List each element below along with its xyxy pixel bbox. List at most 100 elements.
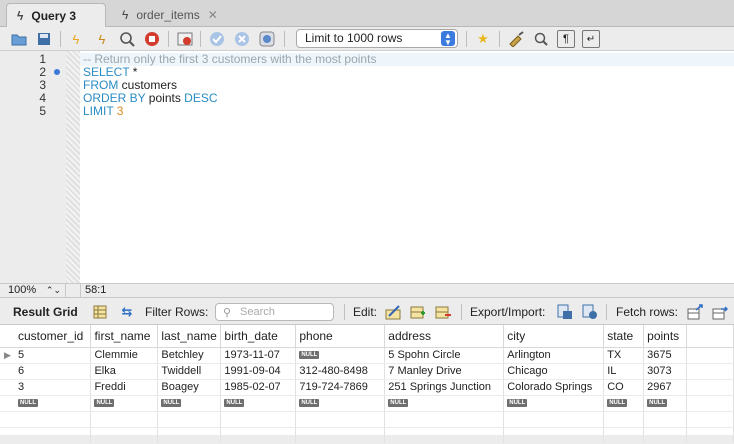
find-icon[interactable]	[532, 30, 550, 48]
column-header[interactable]: state	[603, 325, 645, 348]
empty-cell	[90, 411, 159, 428]
tab-label: Query 3	[31, 8, 77, 23]
column-header[interactable]: first_name	[90, 325, 159, 348]
column-header[interactable]: city	[503, 325, 605, 348]
execute-current-icon[interactable]: ϟ	[93, 30, 111, 48]
table-cell[interactable]: 1985-02-07	[220, 379, 297, 396]
limit-rows-select[interactable]: Limit to 1000 rows ▲ ▼	[296, 29, 458, 48]
table-cell[interactable]: Chicago	[503, 363, 605, 380]
close-tab-icon[interactable]: ✕	[208, 8, 218, 22]
table-cell[interactable]: Colorado Springs	[503, 379, 605, 396]
table-cell[interactable]: 251 Springs Junction	[384, 379, 505, 396]
execute-icon[interactable]: ϟ	[67, 30, 85, 48]
column-header[interactable]: phone	[295, 325, 386, 348]
table-row[interactable]: NULL NULL NULL NULL NULL NULL NULL NULL NULL	[0, 395, 734, 412]
open-folder-icon[interactable]	[10, 30, 28, 48]
table-cell[interactable]: 312-480-8498	[295, 363, 386, 380]
null-badge: NULL	[607, 399, 628, 408]
table-cell[interactable]: NULL	[503, 395, 605, 412]
table-cell[interactable]: 7 Manley Drive	[384, 363, 505, 380]
delete-row-icon[interactable]	[434, 303, 452, 321]
limit-rows-value: Limit to 1000 rows	[305, 31, 403, 45]
word-wrap-icon[interactable]: ↵	[582, 30, 600, 48]
table-cell[interactable]: CO	[603, 379, 645, 396]
save-icon[interactable]	[35, 30, 53, 48]
filter-search-input[interactable]: ⚲ Search	[215, 303, 334, 321]
table-cell[interactable]: Twiddell	[157, 363, 222, 380]
column-header[interactable]: customer_id	[14, 325, 92, 348]
insert-row-icon[interactable]	[409, 303, 427, 321]
table-cell[interactable]: NULL	[157, 395, 222, 412]
beautify-broom-icon[interactable]	[507, 30, 525, 48]
empty-cell	[295, 427, 386, 444]
table-cell[interactable]: 1973-11-07	[220, 347, 297, 364]
null-badge: NULL	[224, 399, 245, 408]
table-cell[interactable]: NULL	[603, 395, 645, 412]
column-header[interactable]: last_name	[157, 325, 222, 348]
null-badge: NULL	[299, 399, 320, 408]
table-cell[interactable]: NULL	[295, 347, 386, 364]
table-cell[interactable]: Clemmie	[90, 347, 159, 364]
code-token: customers	[118, 78, 178, 92]
search-icon: ⚲	[223, 307, 232, 319]
column-header[interactable]: address	[384, 325, 505, 348]
export-icon[interactable]	[556, 303, 574, 321]
edit-row-icon[interactable]	[384, 303, 402, 321]
tab-bar: ϟ Query 3 ϟ order_items ✕	[0, 0, 734, 27]
table-cell[interactable]: Freddi	[90, 379, 159, 396]
result-grid-label: Result Grid	[13, 305, 78, 319]
table-cell[interactable]: Boagey	[157, 379, 222, 396]
invisible-chars-icon[interactable]: ¶	[557, 30, 575, 48]
rollback-icon[interactable]	[233, 30, 251, 48]
sql-editor[interactable]: 1 2 3 4 5 -- Return only the first 3 cus…	[0, 51, 734, 283]
table-cell[interactable]: TX	[603, 347, 645, 364]
fetch-all-icon[interactable]	[711, 303, 729, 321]
table-cell[interactable]: NULL	[14, 395, 92, 412]
commit-icon[interactable]	[208, 30, 226, 48]
empty-row	[0, 427, 734, 444]
table-cell[interactable]: 5 Spohn Circle	[384, 347, 505, 364]
grid-body: ▶ 5 Clemmie Betchley 1973-11-07 NULL 5 Spohn C…	[0, 347, 734, 444]
tab-label: order_items	[136, 8, 200, 22]
code-token: *	[129, 65, 138, 79]
table-cell[interactable]: Elka	[90, 363, 159, 380]
table-cell[interactable]: 3	[14, 379, 92, 396]
table-cell[interactable]: 5	[14, 347, 92, 364]
table-cell[interactable]: 3073	[643, 363, 688, 380]
header-row: customer_id first_name last_name birth_d…	[0, 325, 734, 348]
table-row[interactable]: 6 Elka Twiddell 1991-09-04 312-480-8498 7 Man…	[0, 363, 734, 380]
stop-icon[interactable]	[143, 30, 161, 48]
column-header[interactable]: points	[643, 325, 688, 348]
table-cell[interactable]: 6	[14, 363, 92, 380]
table-row[interactable]: ▶ 5 Clemmie Betchley 1973-11-07 NULL 5 Spohn C…	[0, 347, 734, 364]
zoom-select[interactable]: 100% ⌃⌄	[0, 284, 66, 298]
empty-cell	[686, 411, 734, 428]
table-cell[interactable]: Arlington	[503, 347, 605, 364]
import-icon[interactable]	[581, 303, 599, 321]
auto-commit-icon[interactable]	[258, 30, 276, 48]
toggle-error-icon[interactable]	[176, 30, 194, 48]
column-header[interactable]: birth_date	[220, 325, 297, 348]
table-cell[interactable]: 3675	[643, 347, 688, 364]
grid-view-icon[interactable]	[91, 303, 109, 321]
table-cell[interactable]: 2967	[643, 379, 688, 396]
table-cell[interactable]: NULL	[295, 395, 386, 412]
table-cell[interactable]: IL	[603, 363, 645, 380]
tab-order-items[interactable]: ϟ order_items ✕	[112, 3, 224, 27]
table-cell[interactable]: 1991-09-04	[220, 363, 297, 380]
fetch-next-icon[interactable]	[686, 303, 704, 321]
explain-icon[interactable]	[118, 30, 136, 48]
table-cell[interactable]: NULL	[384, 395, 505, 412]
refresh-icon[interactable]: ⇆	[118, 303, 136, 321]
null-badge: NULL	[94, 399, 115, 408]
null-badge: NULL	[17, 399, 38, 408]
table-row[interactable]: 3 Freddi Boagey 1985-02-07 719-724-7869 251 S…	[0, 379, 734, 396]
chevron-updown-icon: ▲ ▼	[441, 31, 455, 47]
table-cell[interactable]: NULL	[643, 395, 688, 412]
table-cell[interactable]: NULL	[220, 395, 297, 412]
table-cell[interactable]: Betchley	[157, 347, 222, 364]
add-snippet-star-icon[interactable]: ★	[474, 30, 492, 48]
table-cell[interactable]: 719-724-7869	[295, 379, 386, 396]
tab-query-3[interactable]: ϟ Query 3	[6, 3, 106, 27]
table-cell[interactable]: NULL	[90, 395, 159, 412]
